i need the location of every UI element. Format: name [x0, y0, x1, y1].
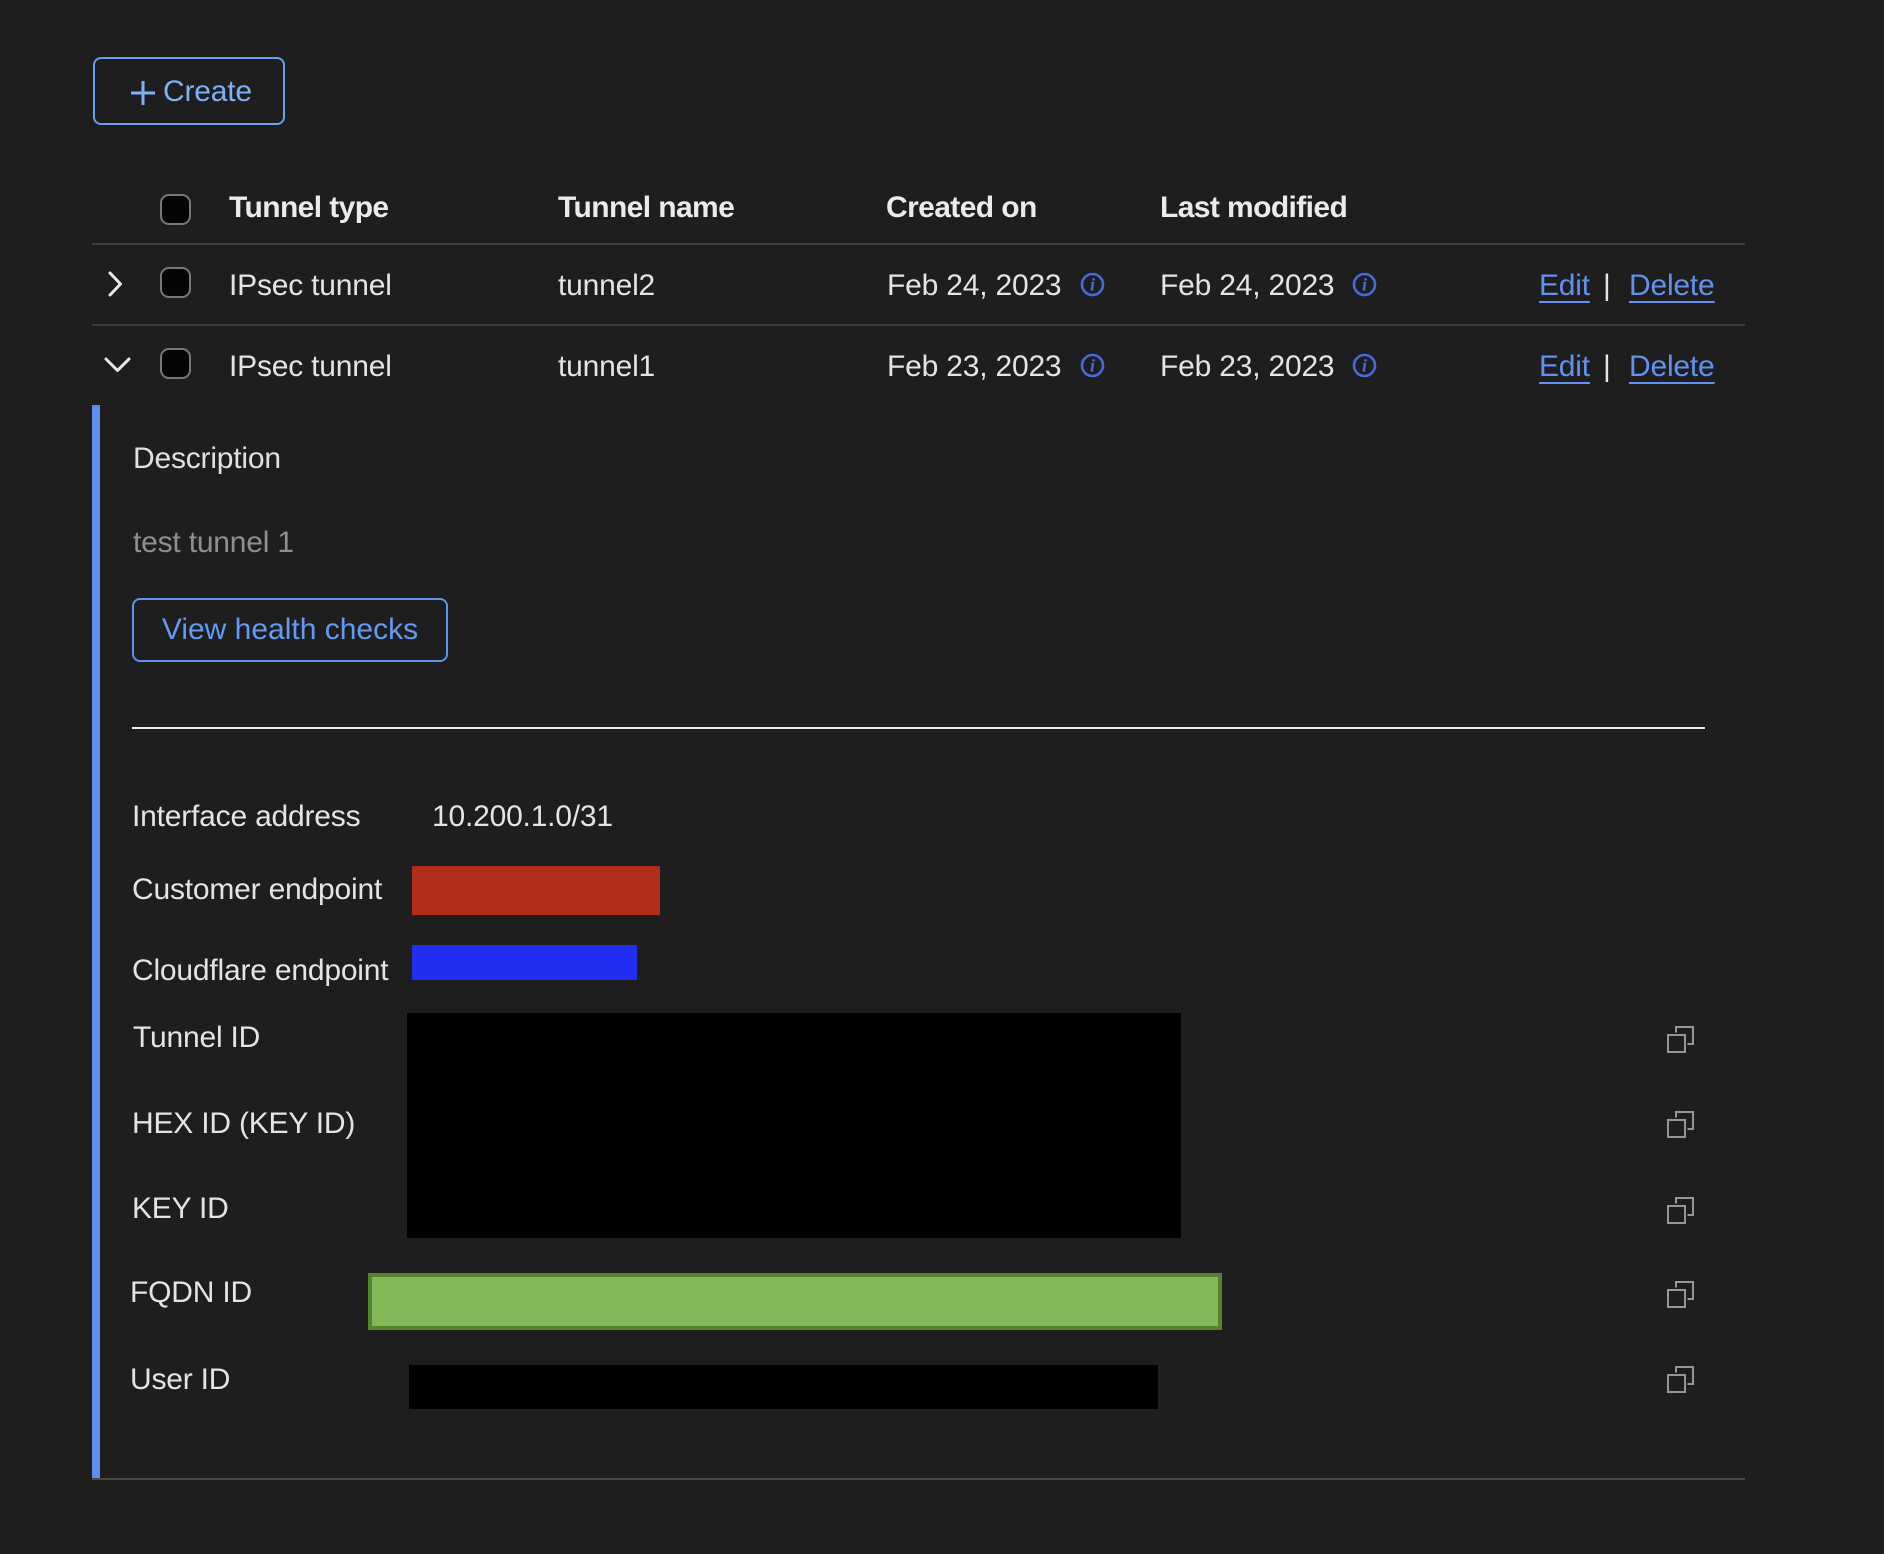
svg-text:i: i [1362, 275, 1367, 295]
svg-text:i: i [1362, 356, 1367, 376]
svg-text:i: i [1090, 275, 1095, 295]
svg-text:i: i [1090, 356, 1095, 376]
